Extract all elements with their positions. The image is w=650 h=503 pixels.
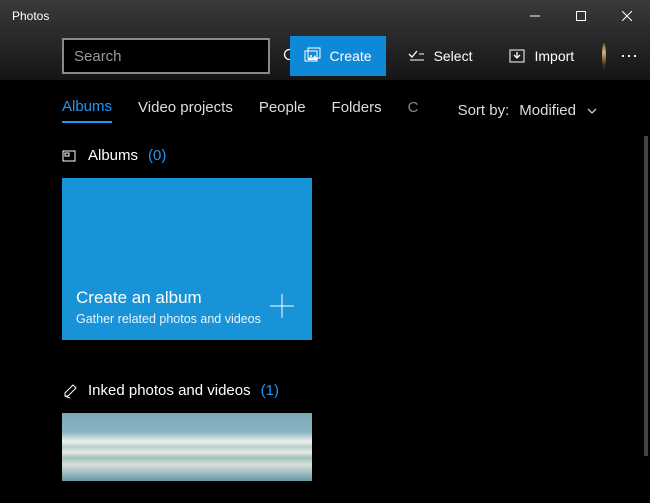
minimize-icon bbox=[530, 11, 540, 21]
user-avatar[interactable] bbox=[602, 43, 606, 69]
search-box[interactable] bbox=[62, 38, 270, 74]
tabs-row: Albums Video projects People Folders C S… bbox=[0, 80, 650, 133]
create-album-tile[interactable]: Create an album Gather related photos an… bbox=[62, 178, 312, 340]
tab-albums[interactable]: Albums bbox=[62, 98, 112, 123]
toolbar: Create Select Import ⋯ bbox=[0, 32, 650, 80]
close-button[interactable] bbox=[604, 0, 650, 32]
pen-icon bbox=[62, 383, 78, 399]
inked-count: (1) bbox=[261, 382, 279, 399]
more-button[interactable]: ⋯ bbox=[620, 46, 638, 67]
import-button[interactable]: Import bbox=[494, 36, 588, 76]
scrollbar[interactable] bbox=[644, 136, 648, 456]
inked-section-header: Inked photos and videos (1) bbox=[62, 382, 650, 399]
maximize-button[interactable] bbox=[558, 0, 604, 32]
albums-icon bbox=[62, 148, 78, 164]
tab-overflow[interactable]: C bbox=[408, 99, 418, 122]
sort-label: Sort by: bbox=[458, 102, 510, 119]
tab-folders[interactable]: Folders bbox=[332, 99, 382, 122]
tab-video-projects[interactable]: Video projects bbox=[138, 99, 233, 122]
albums-section-header: Albums (0) bbox=[62, 147, 650, 164]
inked-section-label: Inked photos and videos bbox=[88, 382, 251, 399]
content-area: Albums (0) Create an album Gather relate… bbox=[0, 133, 650, 481]
albums-count: (0) bbox=[148, 147, 166, 164]
ellipsis-icon: ⋯ bbox=[620, 46, 638, 66]
close-icon bbox=[622, 11, 632, 21]
albums-section-label: Albums bbox=[88, 147, 138, 164]
window-controls bbox=[512, 0, 650, 32]
select-icon bbox=[408, 47, 426, 65]
import-icon bbox=[508, 47, 526, 65]
create-button[interactable]: Create bbox=[290, 36, 386, 76]
window-title: Photos bbox=[0, 9, 512, 23]
create-album-subtitle: Gather related photos and videos bbox=[76, 312, 298, 326]
sort-value: Modified bbox=[519, 102, 576, 119]
create-label: Create bbox=[330, 48, 372, 64]
create-icon bbox=[304, 47, 322, 65]
plus-icon bbox=[268, 292, 296, 320]
maximize-icon bbox=[576, 11, 586, 21]
search-input[interactable] bbox=[64, 48, 283, 65]
select-button[interactable]: Select bbox=[394, 36, 487, 76]
titlebar: Photos bbox=[0, 0, 650, 32]
tab-people[interactable]: People bbox=[259, 99, 306, 122]
inked-section: Inked photos and videos (1) bbox=[62, 382, 650, 481]
sort-control[interactable]: Sort by: Modified bbox=[458, 102, 598, 119]
minimize-button[interactable] bbox=[512, 0, 558, 32]
create-album-title: Create an album bbox=[76, 288, 298, 308]
select-label: Select bbox=[434, 48, 473, 64]
video-thumbnail[interactable] bbox=[62, 413, 312, 481]
import-label: Import bbox=[534, 48, 574, 64]
chevron-down-icon bbox=[586, 105, 598, 117]
